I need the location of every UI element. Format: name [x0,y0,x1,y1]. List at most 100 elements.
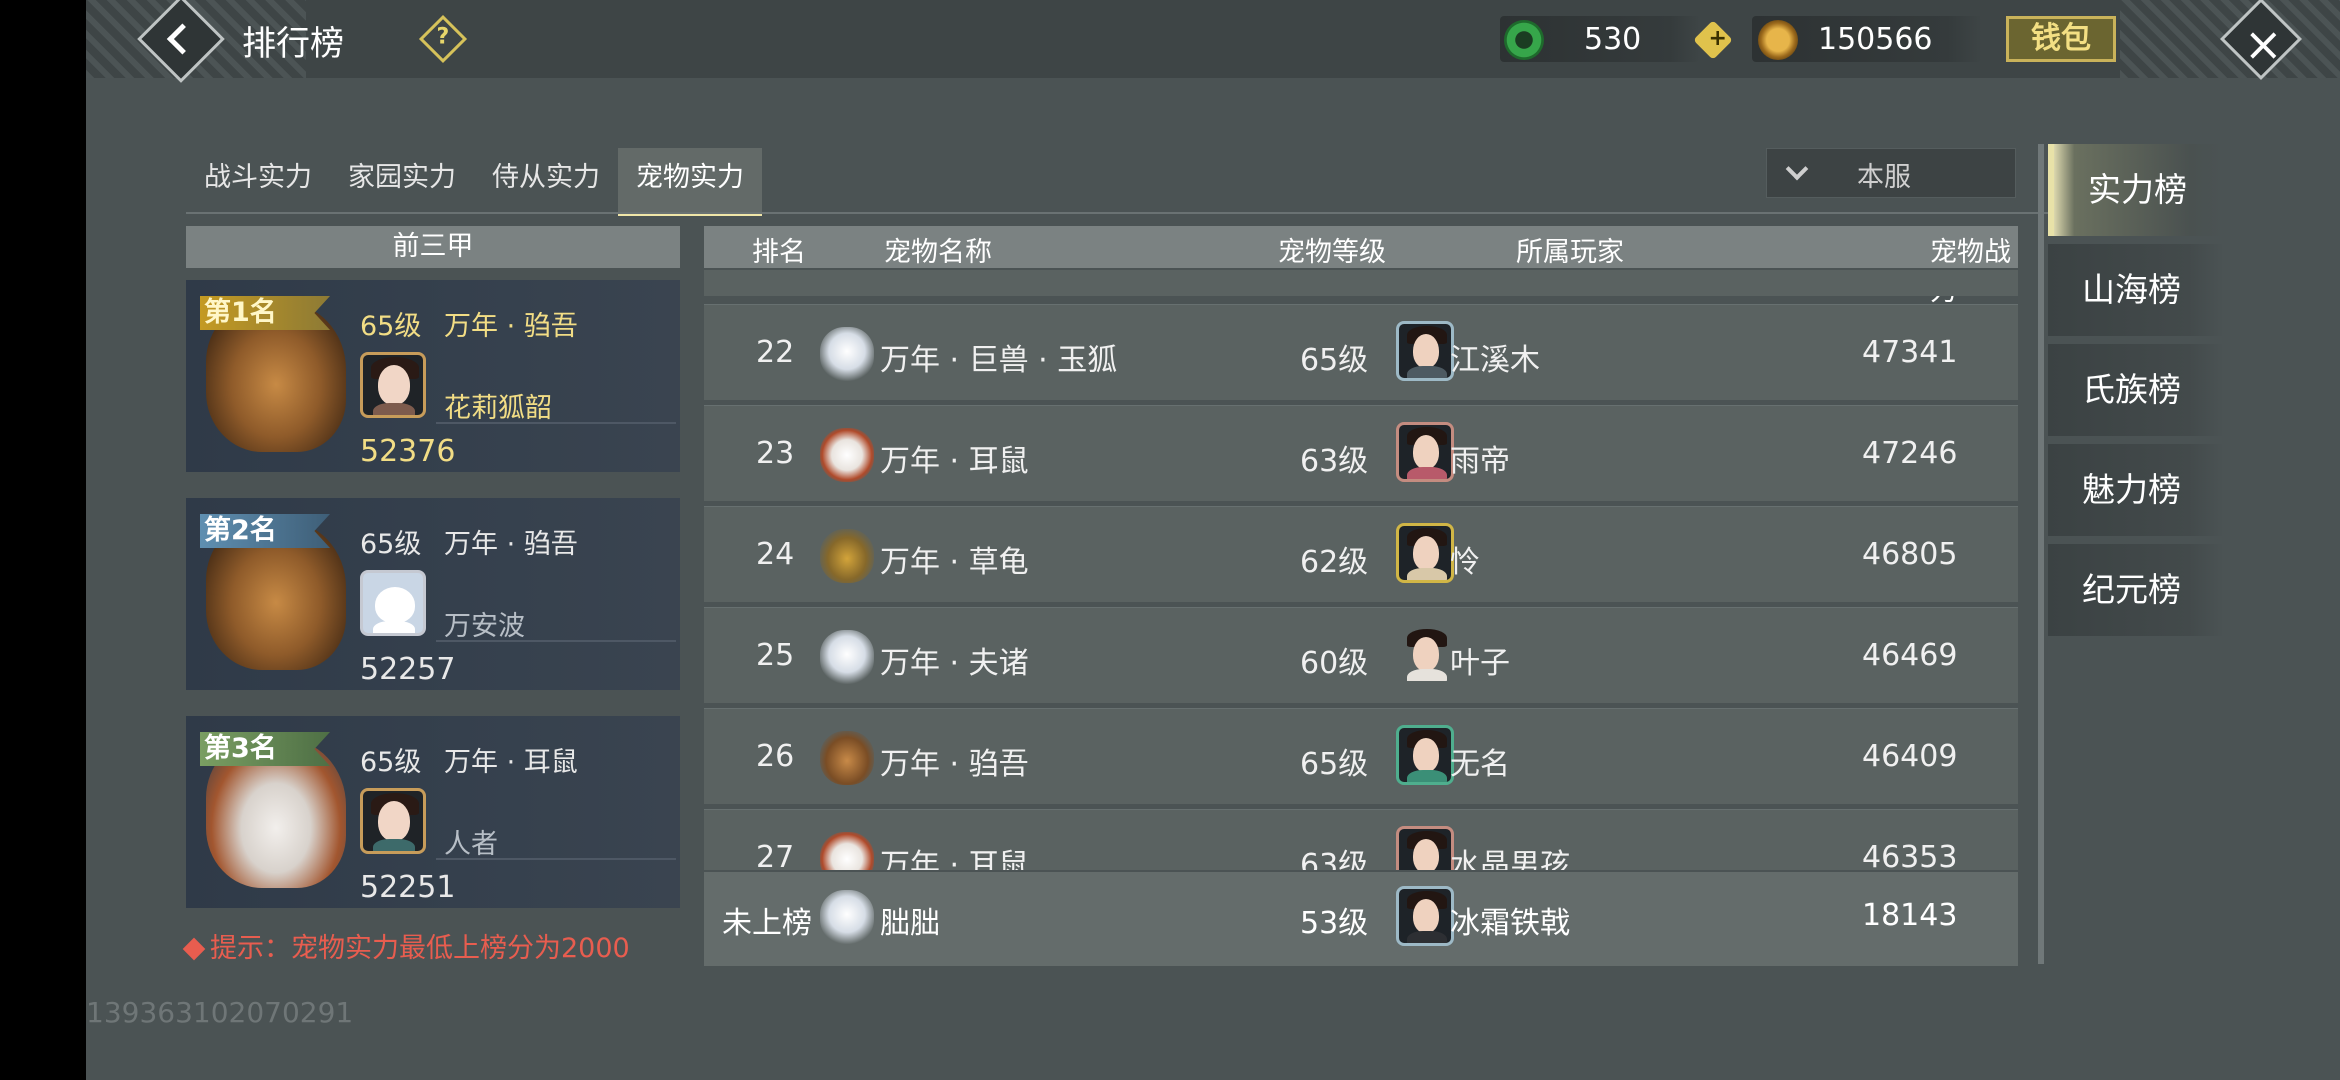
plus-icon: + [1708,25,1727,51]
pet-level: 65级 [360,311,422,342]
pet-level: 65级 [360,529,422,560]
scrollbar[interactable] [2038,144,2044,964]
divider [436,858,676,860]
pet-level: 62级 [1300,545,1369,580]
avatar [1396,886,1454,946]
side-item-clan-rank[interactable]: 氏族榜 [2048,344,2224,436]
rank: 27 [756,840,795,870]
ranking-list[interactable]: 22 万年 · 巨兽 · 玉狐 65级 江溪木 47341 23 万年 · 耳鼠… [704,270,2018,870]
tab-pet-power[interactable]: 宠物实力 [618,148,762,216]
owner-name: 花莉狐韶 [444,393,552,424]
col-owner: 所属玩家 [1516,237,1624,268]
jade-amount: 530 [1584,22,1642,57]
avatar [1396,523,1454,583]
pet-power: 47246 [1862,436,1958,471]
user-id: 139363102070291 [86,996,354,1029]
chevron-down-icon [1785,157,1809,181]
close-icon: × [2244,17,2283,72]
tab-home-power[interactable]: 家园实力 [330,148,474,216]
rank: 26 [756,739,795,774]
jade-icon [1504,20,1544,60]
pet-power: 46409 [1862,739,1958,774]
my-pet-name: 胐胐 [880,906,940,941]
score: 52376 [360,434,456,469]
side-item-charm-rank[interactable]: 魅力榜 [2048,444,2224,536]
pet-icon [820,731,874,785]
my-pet-power: 18143 [1862,898,1958,933]
rank: 22 [756,335,795,370]
side-item-shanhai-rank[interactable]: 山海榜 [2048,244,2224,336]
avatar [1396,826,1454,870]
pet-power: 46805 [1862,537,1958,572]
table-row[interactable]: 23 万年 · 耳鼠 63级 雨帝 47246 [704,405,2018,501]
col-rank: 排名 [752,237,806,268]
tabs-divider [186,212,2106,214]
rank: 25 [756,638,795,673]
table-header: 排名 宠物名称 宠物等级 所属玩家 宠物战力 [704,226,2018,307]
chevron-left-icon [166,23,198,55]
rank-ribbon: 第2名 [200,514,330,548]
table-row[interactable]: 27 万年 · 耳鼠 63级 水晶男孩 46353 [704,809,2018,870]
tip-label: 提示：宠物实力最低上榜分为2000 [210,933,630,964]
wallet-button[interactable]: 钱包 [2006,16,2116,62]
pet-name: 万年 · 巨兽 · 玉狐 [880,343,1118,378]
owner-name: 雨帝 [1450,444,1510,479]
rank-ribbon: 第1名 [200,296,330,330]
pet-name: 万年 · 耳鼠 [880,444,1029,479]
top3-card-3[interactable]: 第3名 65级 万年 · 耳鼠 人者 52251 [186,716,680,908]
col-pet-name: 宠物名称 [884,237,992,268]
score: 52251 [360,870,456,905]
side-item-power-rank[interactable]: 实力榜 [2048,144,2224,236]
owner-name: 怜 [1450,545,1480,580]
avatar [360,788,426,854]
pet-name: 万年 · 驺吾 [444,529,578,560]
avatar [1396,321,1454,381]
col-pet-level: 宠物等级 [1278,237,1386,268]
table-row[interactable]: 24 万年 · 草龟 62级 怜 46805 [704,506,2018,602]
pet-level: 65级 [360,747,422,778]
server-select[interactable]: 本服 [1766,148,2016,198]
owner-name: 水晶男孩 [1450,848,1570,870]
top3-header: 前三甲 [186,226,680,268]
pet-name: 万年 · 驺吾 [880,747,1029,782]
tab-battle-power[interactable]: 战斗实力 [186,148,330,216]
pet-level: 65级 [1300,747,1369,782]
avatar [1396,624,1454,684]
score: 52257 [360,652,456,687]
pet-level: 63级 [1300,848,1369,870]
table-row[interactable] [704,270,2018,296]
warning-icon [182,937,206,961]
my-ranking-row[interactable]: 未上榜 胐胐 53级 冰霜铁戟 18143 [704,872,2018,966]
owner-name: 无名 [1450,747,1510,782]
top3-card-1[interactable]: 第1名 65级 万年 · 驺吾 花莉狐韶 52376 [186,280,680,472]
pet-icon [820,890,874,944]
server-select-value: 本服 [1857,162,1911,193]
table-row[interactable]: 22 万年 · 巨兽 · 玉狐 65级 江溪木 47341 [704,304,2018,400]
my-rank: 未上榜 [722,906,812,941]
tab-servant-power[interactable]: 侍从实力 [474,148,618,216]
pet-icon [820,630,874,684]
pet-power: 47341 [1862,335,1958,370]
divider [436,422,676,424]
owner-name: 万安波 [444,611,525,642]
help-button[interactable]: ? [418,14,468,64]
owner-name: 叶子 [1450,646,1510,681]
table-row[interactable]: 25 万年 · 夫诸 60级 叶子 46469 [704,607,2018,703]
owner-name: 人者 [444,829,498,860]
pet-power: 46353 [1862,840,1958,870]
avatar [1396,422,1454,482]
page-title: 排行榜 [242,24,344,64]
rank: 23 [756,436,795,471]
pet-icon [820,529,874,583]
jade-currency: 530 [1500,16,1700,62]
pet-name: 万年 · 耳鼠 [444,747,578,778]
avatar [360,352,426,418]
pet-icon [820,428,874,482]
my-pet-level: 53级 [1300,906,1369,941]
side-item-era-rank[interactable]: 纪元榜 [2048,544,2224,636]
table-row[interactable]: 26 万年 · 驺吾 65级 无名 46409 [704,708,2018,804]
pet-name: 万年 · 夫诸 [880,646,1029,681]
coin-icon [1758,20,1798,60]
top3-card-2[interactable]: 第2名 65级 万年 · 驺吾 万安波 52257 [186,498,680,690]
rank: 24 [756,537,795,572]
